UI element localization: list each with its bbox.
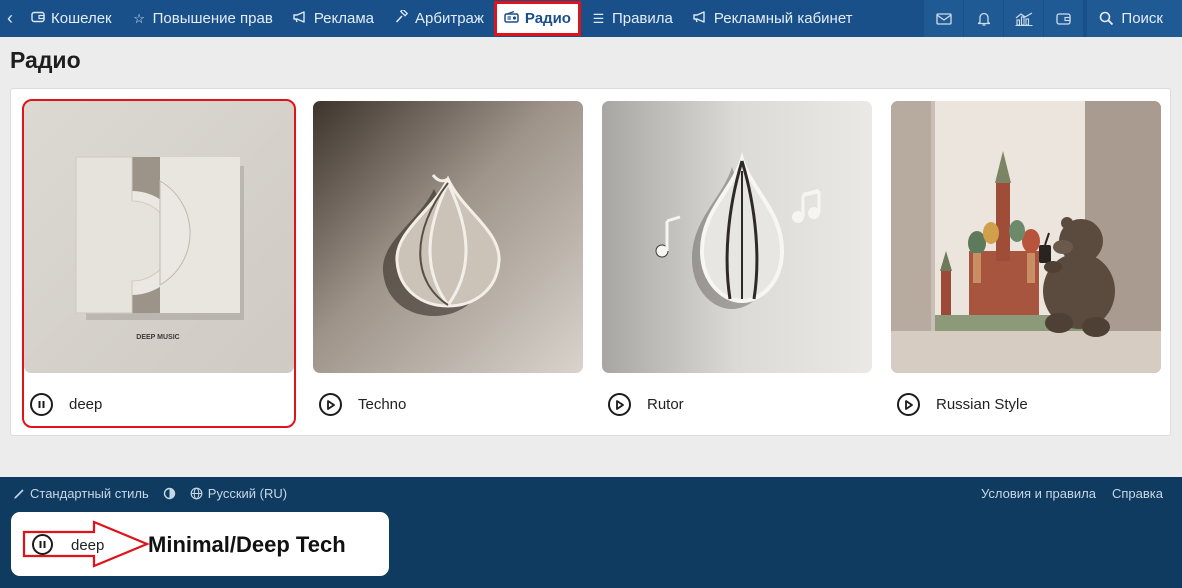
chart-icon[interactable] — [1003, 0, 1044, 37]
nav-item-arbitration[interactable]: Арбитраж — [384, 0, 494, 37]
station-name: Russian Style — [936, 396, 1028, 413]
player-pause-button[interactable] — [32, 534, 53, 555]
player-genre: Minimal/Deep Tech — [148, 532, 346, 557]
station-cover-russian-style[interactable] — [891, 101, 1161, 373]
contrast-icon — [163, 487, 175, 500]
station-cover-rutor[interactable] — [602, 101, 872, 373]
play-icon — [616, 399, 624, 410]
list-icon: ☰ — [592, 10, 605, 26]
footer-right: Условия и правила Справка — [981, 486, 1163, 501]
star-icon: ☆ — [133, 10, 145, 26]
language-label: Русский (RU) — [207, 486, 288, 501]
play-icon — [905, 399, 913, 410]
nav-right-group: Поиск — [923, 0, 1182, 37]
station-controls: Russian Style — [897, 393, 1028, 416]
nav-item-label: Радио — [524, 10, 571, 27]
bell-icon[interactable] — [963, 0, 1004, 37]
search-label: Поиск — [1121, 10, 1163, 27]
station-cover-deep[interactable]: DEEP MUSIC — [24, 101, 294, 373]
nav-item-promotion[interactable]: ☆ Повышение прав — [122, 0, 283, 37]
top-navigation: ‹ Кошелек ☆ Повышение прав Реклама Арбит… — [0, 0, 1182, 37]
station-cover-techno[interactable] — [313, 101, 583, 373]
stations-panel: DEEP MUSIC deep Techno Rutor Russian Sty… — [10, 88, 1171, 436]
pause-icon — [39, 541, 46, 548]
radio-icon — [504, 10, 519, 26]
megaphone-icon — [293, 11, 308, 26]
station-controls: Rutor — [608, 393, 684, 416]
style-label: Стандартный стиль — [30, 486, 149, 501]
nav-item-label: Реклама — [313, 10, 374, 27]
style-chooser[interactable]: Стандартный стиль — [13, 486, 149, 501]
cover-text: DEEP MUSIC — [136, 334, 179, 341]
nav-item-ad-cabinet[interactable]: Рекламный кабинет — [683, 0, 863, 37]
help-link[interactable]: Справка — [1112, 486, 1163, 501]
station-name: Techno — [358, 396, 407, 413]
nav-item-label: Кошелек — [51, 10, 112, 27]
page-title: Радио — [10, 47, 81, 73]
search-button[interactable]: Поиск — [1083, 0, 1182, 37]
pause-button[interactable] — [30, 393, 53, 416]
station-controls: deep — [30, 393, 102, 416]
nav-item-label: Рекламный кабинет — [713, 10, 853, 27]
station-card-deep[interactable]: DEEP MUSIC deep — [22, 99, 296, 428]
wallet-icon[interactable] — [1043, 0, 1084, 37]
nav-item-label: Арбитраж — [415, 10, 484, 27]
brush-icon — [14, 488, 24, 499]
now-playing-player: deep Minimal/Deep Tech — [11, 512, 389, 576]
play-button[interactable] — [319, 393, 342, 416]
footer-left: Стандартный стиль Русский (RU) — [13, 486, 287, 501]
play-icon — [327, 399, 335, 410]
theme-toggle[interactable] — [163, 487, 176, 500]
nav-item-radio[interactable]: Радио — [493, 1, 581, 36]
pause-icon — [38, 401, 45, 408]
mail-icon[interactable] — [923, 0, 964, 37]
play-button[interactable] — [897, 393, 920, 416]
station-controls: Techno — [319, 393, 406, 416]
player-station-name: deep — [71, 537, 105, 554]
chevron-left-icon[interactable]: ‹ — [0, 0, 20, 37]
language-chooser[interactable]: Русский (RU) — [190, 486, 287, 501]
nav-item-wallet[interactable]: Кошелек — [20, 0, 122, 37]
station-name: Rutor — [647, 396, 684, 413]
station-card-rutor[interactable]: Rutor — [600, 99, 874, 428]
megaphone-icon — [693, 11, 708, 26]
search-icon — [1100, 11, 1114, 26]
station-card-russian-style[interactable]: Russian Style — [889, 99, 1163, 428]
nav-item-label: Правила — [611, 10, 673, 27]
nav-item-rules[interactable]: ☰ Правила — [581, 0, 683, 37]
gavel-icon — [394, 8, 409, 27]
wallet-icon — [30, 11, 45, 26]
station-card-techno[interactable]: Techno — [311, 99, 585, 428]
terms-link[interactable]: Условия и правила — [981, 486, 1096, 501]
station-name: deep — [69, 396, 103, 413]
nav-item-label: Повышение прав — [152, 10, 273, 27]
globe-icon — [190, 487, 203, 500]
play-button[interactable] — [608, 393, 631, 416]
nav-item-ads[interactable]: Реклама — [283, 0, 384, 37]
